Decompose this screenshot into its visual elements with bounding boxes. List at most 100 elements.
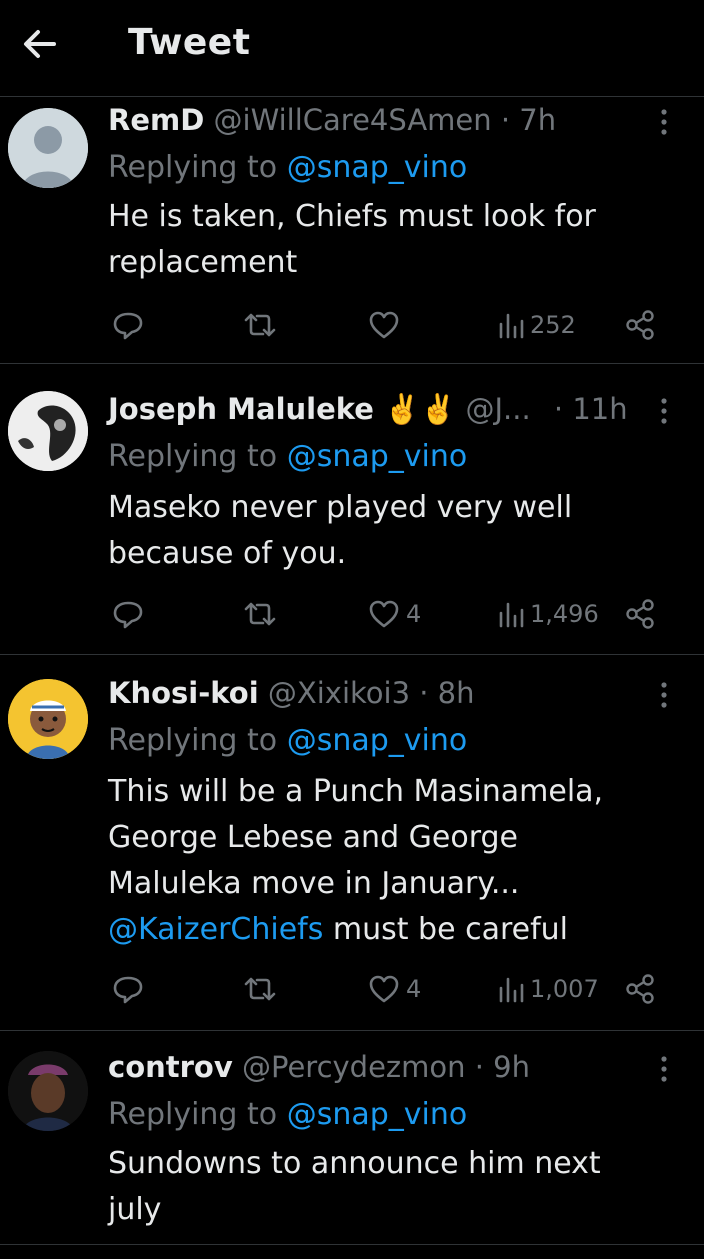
- reply-button[interactable]: [110, 969, 146, 1009]
- text-line: july: [108, 1192, 162, 1227]
- avatar[interactable]: [8, 391, 88, 471]
- user-avatar-icon: [8, 679, 88, 759]
- handle[interactable]: @iWillCare4SAmen: [214, 103, 492, 137]
- like-count: 4: [406, 600, 422, 628]
- replying-to-label: Replying to: [108, 439, 278, 474]
- tweet-text: This will be a Punch Masinamela, George …: [108, 769, 648, 953]
- retweet-button[interactable]: [242, 969, 278, 1009]
- action-bar: 252: [0, 305, 704, 345]
- avatar[interactable]: [8, 679, 88, 759]
- avatar[interactable]: [8, 108, 88, 188]
- display-name[interactable]: RemD: [108, 103, 204, 137]
- comment-icon: [113, 601, 143, 629]
- timestamp[interactable]: · 9h: [475, 1050, 530, 1084]
- tweet-header: RemD @iWillCare4SAmen · 7h: [108, 100, 556, 140]
- text-line: because of you.: [108, 536, 347, 571]
- replying-to: Replying to @snap_vino: [108, 148, 467, 188]
- display-name[interactable]: controv: [108, 1050, 233, 1084]
- share-icon: [626, 310, 654, 340]
- more-options-button[interactable]: [652, 1053, 676, 1085]
- replying-to: Replying to @snap_vino: [108, 1095, 467, 1135]
- arrow-left-icon: [24, 30, 56, 58]
- back-button[interactable]: [18, 22, 62, 66]
- views-button[interactable]: 1,007: [496, 969, 599, 1009]
- handle[interactable]: @J...: [465, 392, 530, 426]
- views-button[interactable]: 252: [496, 305, 576, 345]
- heart-icon: [369, 975, 399, 1003]
- reply-tweet[interactable]: controv @Percydezmon · 9h Replying to @s…: [0, 1047, 704, 1247]
- replying-to-label: Replying to: [108, 723, 278, 758]
- divider: [0, 1244, 704, 1245]
- more-vertical-icon: [661, 1056, 667, 1082]
- retweet-icon: [244, 602, 276, 626]
- mention-link[interactable]: @snap_vino: [287, 723, 468, 758]
- retweet-icon: [244, 313, 276, 337]
- text-line: He is taken, Chiefs must look for: [108, 199, 596, 234]
- text-fragment: must be careful: [323, 912, 569, 947]
- like-button[interactable]: 4: [366, 969, 421, 1009]
- handle[interactable]: @Percydezmon: [242, 1050, 466, 1084]
- heart-icon: [369, 311, 399, 339]
- mention-link[interactable]: @snap_vino: [287, 439, 468, 474]
- tweet-text: Sundowns to announce him next july: [108, 1141, 648, 1233]
- views-icon: [499, 602, 524, 628]
- more-vertical-icon: [661, 109, 667, 135]
- replying-to-label: Replying to: [108, 150, 278, 185]
- views-button[interactable]: 1,496: [496, 594, 599, 634]
- default-avatar-icon: [8, 108, 88, 188]
- mention-link[interactable]: @snap_vino: [287, 1097, 468, 1132]
- share-button[interactable]: [624, 305, 656, 345]
- mention-link[interactable]: @snap_vino: [287, 150, 468, 185]
- comment-icon: [113, 312, 143, 340]
- text-line: Sundowns to announce him next: [108, 1146, 601, 1181]
- retweet-icon: [244, 977, 276, 1001]
- divider: [0, 1030, 704, 1031]
- like-button[interactable]: 4: [366, 594, 421, 634]
- heart-icon: [369, 600, 399, 628]
- text-line: George Lebese and George: [108, 820, 519, 855]
- comment-icon: [113, 976, 143, 1004]
- text-line: Maseko never played very well: [108, 490, 573, 525]
- more-options-button[interactable]: [652, 106, 676, 138]
- reply-button[interactable]: [110, 594, 146, 634]
- tweet-text: Maseko never played very well because of…: [108, 485, 648, 577]
- timestamp[interactable]: · 7h: [501, 103, 556, 137]
- view-count: 1,496: [530, 600, 599, 628]
- action-bar: 4 1,007: [0, 969, 704, 1009]
- text-line: replacement: [108, 245, 298, 280]
- page-title: Tweet: [128, 22, 251, 63]
- retweet-button[interactable]: [242, 594, 278, 634]
- more-vertical-icon: [661, 398, 667, 424]
- text-line: This will be a Punch Masinamela,: [108, 774, 604, 809]
- reply-tweet[interactable]: Joseph Maluleke ✌️✌️ @J... · 11h Replyin…: [0, 389, 704, 651]
- action-bar: 4 1,496: [0, 594, 704, 634]
- more-options-button[interactable]: [652, 395, 676, 427]
- replying-to-label: Replying to: [108, 1097, 278, 1132]
- reply-tweet[interactable]: RemD @iWillCare4SAmen · 7h Replying to @…: [0, 100, 704, 362]
- divider: [0, 363, 704, 364]
- more-options-button[interactable]: [652, 679, 676, 711]
- text-line: @KaizerChiefs must be careful: [108, 907, 648, 953]
- timestamp[interactable]: · 11h: [554, 392, 628, 426]
- share-button[interactable]: [624, 969, 656, 1009]
- display-name[interactable]: Khosi-koi: [108, 676, 259, 710]
- display-name[interactable]: Joseph Maluleke ✌️✌️: [108, 392, 456, 426]
- like-button[interactable]: [366, 305, 406, 345]
- reply-button[interactable]: [110, 305, 146, 345]
- divider: [0, 96, 704, 97]
- tweet-header: Joseph Maluleke ✌️✌️ @J... · 11h: [108, 389, 628, 429]
- user-photo-icon: [8, 1051, 88, 1131]
- more-vertical-icon: [661, 682, 667, 708]
- handle[interactable]: @Xixikoi3: [268, 676, 410, 710]
- mention-link[interactable]: @KaizerChiefs: [108, 912, 323, 947]
- view-count: 252: [530, 311, 576, 339]
- text-line: Maluleka move in January...: [108, 866, 520, 901]
- avatar[interactable]: [8, 1051, 88, 1131]
- top-bar: Tweet: [0, 0, 704, 96]
- like-count: 4: [406, 975, 422, 1003]
- timestamp[interactable]: · 8h: [419, 676, 474, 710]
- retweet-button[interactable]: [242, 305, 278, 345]
- tweet-text: He is taken, Chiefs must look for replac…: [108, 194, 648, 286]
- share-button[interactable]: [624, 594, 656, 634]
- reply-tweet[interactable]: Khosi-koi @Xixikoi3 · 8h Replying to @sn…: [0, 673, 704, 1025]
